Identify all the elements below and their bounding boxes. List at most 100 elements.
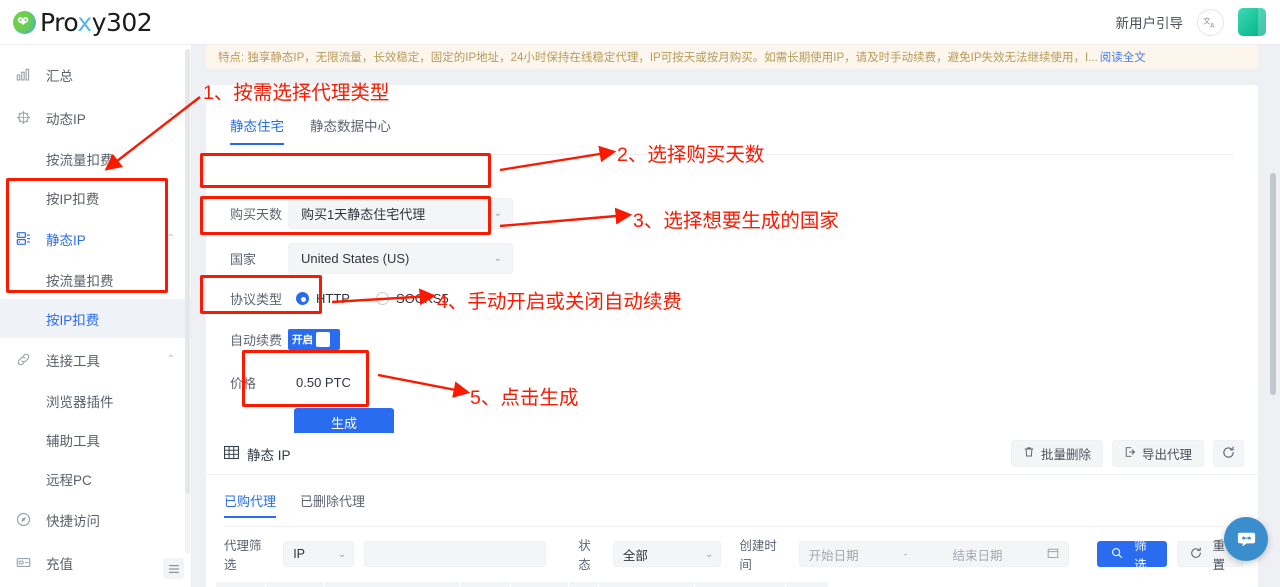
created-time-label: 创建时间 [739,539,777,572]
header-actions: 新用户引导 文 A [1116,8,1280,36]
sidebar-item-连接工具[interactable]: 连接工具 ⌃ [0,338,191,381]
filter-button[interactable]: 筛选 [1097,539,1167,572]
status-select[interactable]: 全部 ⌄ [612,541,722,567]
generate-row: 生成 [294,408,394,436]
purchase-days-label: 购买天数 [230,207,283,222]
table-header-cell [695,582,786,587]
table-card-title-text: 静态 IP [247,447,291,463]
translate-icon[interactable]: 文 A [1197,8,1224,36]
compass-icon [16,512,36,527]
calendar-icon [1047,547,1059,562]
sidebar-item-label: 浏览器插件 [46,394,114,410]
chevron-up-icon[interactable]: ⌃ [167,112,175,123]
protocol-option-http[interactable]: HTTP [296,291,350,306]
app-header: Proxy302 新用户引导 文 A [0,0,1280,45]
table-header-cell [461,582,511,587]
chevron-down-icon: ⌄ [493,208,502,219]
sidebar-nav-list: 汇总 动态IP ⌃ 按流量扣费 按IP扣费 静态IP ⌃ 按流量扣费 按IP扣费 连接工具 ⌃ 浏览器… [0,53,191,587]
table-card-title: 静态 IP [224,444,291,464]
chevron-up-icon[interactable]: ⌃ [167,354,175,365]
proxy-type-tabs: 静态住宅 静态数据中心 [206,85,1258,145]
tab-deleted-proxies[interactable]: 已删除代理 [300,491,365,518]
proxy-filter-input[interactable] [364,541,547,567]
country-select[interactable]: United States (US) ⌄ [288,243,513,274]
table-icon [224,445,240,463]
sidebar-item-label: 按IP扣费 [46,191,100,207]
sidebar-item-按ip扣费-6[interactable]: 按IP扣费 [0,299,191,338]
country-value: United States (US) [301,251,410,266]
protocol-label: 协议类型 [230,292,283,307]
sidebar-item-静态ip[interactable]: 静态IP ⌃ [0,217,191,260]
list-collapse-icon[interactable] [163,558,184,579]
export-proxy-button[interactable]: 导出代理 [1111,440,1204,467]
table-header-cell [569,582,599,587]
main-scrollbar-thumb[interactable] [1270,173,1276,395]
export-icon [1124,446,1136,461]
read-more-link[interactable]: 阅读全文 [1100,49,1146,65]
feature-banner-text: 特点: 独享静态IP，无限流量，长效稳定，固定的IP地址，24小时保持在线稳定代… [218,52,1098,64]
sidebar-item-按流量扣费-5[interactable]: 按流量扣费 [0,260,191,299]
refresh-icon [1222,446,1235,462]
tab-static-datacenter[interactable]: 静态数据中心 [310,115,391,144]
refresh-button[interactable] [1213,440,1244,467]
server-icon [16,231,36,246]
sidebar-item-动态ip[interactable]: 动态IP ⌃ [0,96,191,139]
logo-part-x: x [77,7,92,37]
sidebar-item-浏览器插件-8[interactable]: 浏览器插件 [0,381,191,420]
tab-purchased-proxies[interactable]: 已购代理 [224,491,277,518]
auto-renew-toggle[interactable]: 开启 [288,329,340,350]
main-content: 特点: 独享静态IP，无限流量，长效稳定，固定的IP地址，24小时保持在线稳定代… [192,45,1280,587]
sidebar-item-label: 静态IP [46,232,86,248]
sidebar-item-label: 动态IP [46,111,86,127]
sidebar-item-label: 按IP扣费 [46,312,100,328]
static-ip-table-card: 静态 IP 批量删除 导出代理 已购代理 已删除代理 代理筛选 IP ⌄ 状态 … [206,433,1258,587]
protocol-row: 协议类型 HTTP SOCKS5 [230,289,449,308]
sidebar-item-辅助工具-9[interactable]: 辅助工具 [0,420,191,459]
generate-button[interactable]: 生成 [294,408,394,436]
protocol-option-http-label: HTTP [316,291,350,306]
user-avatar[interactable] [1238,8,1266,36]
logo-wordmark: Proxy302 [40,7,153,37]
bulk-delete-button[interactable]: 批量删除 [1010,440,1103,467]
purchase-days-row: 购买天数 购买1天静态住宅代理 ⌄ [230,198,513,229]
proxy-filter-type-select[interactable]: IP ⌄ [283,541,355,567]
status-value: 全部 [622,548,648,563]
table-header-cell [786,582,829,587]
protocol-option-socks5[interactable]: SOCKS5 [375,291,449,306]
sidebar-scrollbar-thumb[interactable] [185,49,190,494]
refresh-icon [1190,547,1202,562]
chat-robot-icon[interactable] [1224,517,1268,561]
tab-static-residential[interactable]: 静态住宅 [230,115,284,145]
sidebar-item-快捷访问[interactable]: 快捷访问 [0,498,191,541]
price-row: 价格 0.50 PTC [230,373,351,392]
chevron-up-icon[interactable]: ⌃ [167,233,175,244]
sidebar-item-远程pc-10[interactable]: 远程PC [0,459,191,498]
sidebar-item-label: 汇总 [46,68,73,84]
sidebar-item-按ip扣费-3[interactable]: 按IP扣费 [0,178,191,217]
search-icon [1111,547,1123,562]
date-start-placeholder: 开始日期 [808,548,859,563]
status-label: 状态 [578,539,591,572]
proxy-filter-label: 代理筛选 [224,539,262,572]
sidebar-item-label: 按流量扣费 [46,273,114,289]
sidebar-item-按流量扣费-2[interactable]: 按流量扣费 [0,139,191,178]
table-header-cell [511,582,569,587]
table-header-cell [599,582,695,587]
auto-renew-state-text: 开启 [292,334,313,346]
new-user-guide-link[interactable]: 新用户引导 [1116,12,1184,32]
chevron-down-icon: ⌄ [337,548,347,560]
sidebar-item-label: 辅助工具 [46,433,100,449]
purchase-days-select[interactable]: 购买1天静态住宅代理 ⌄ [288,198,513,229]
country-label: 国家 [230,252,257,267]
table-header-cell [266,582,324,587]
date-range-picker[interactable]: 开始日期 - 结束日期 [798,541,1070,567]
app-logo[interactable]: Proxy302 [0,7,153,37]
bulk-delete-label: 批量删除 [1040,448,1091,462]
protocol-option-socks5-label: SOCKS5 [395,291,449,306]
auto-renew-label: 自动续费 [230,333,283,348]
radio-selected-icon [296,292,309,305]
logo-part-a: Pro [40,7,78,37]
proxy-list-tabs: 已购代理 已删除代理 [206,475,1258,518]
radio-unselected-icon [375,292,389,305]
sidebar-item-汇总[interactable]: 汇总 [0,53,191,96]
